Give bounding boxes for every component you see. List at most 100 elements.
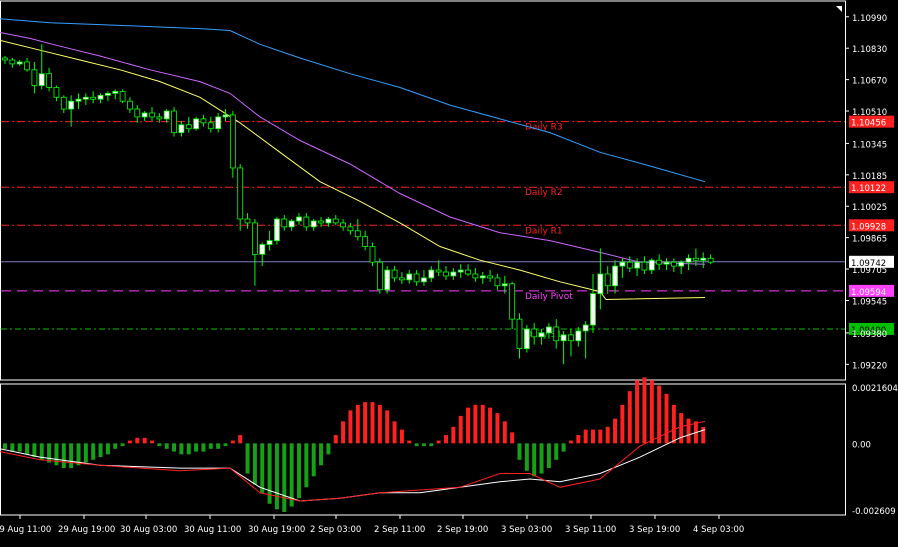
candle-body-84	[619, 261, 626, 267]
candle-16	[119, 89, 126, 104]
candle-71	[523, 325, 530, 353]
candle-body-7	[53, 87, 60, 98]
histogram-bar-50	[370, 402, 375, 444]
x-tick-label-5: 2 Sep 03:00	[310, 525, 361, 535]
candle-body-42	[310, 220, 317, 228]
histogram-bar-62	[458, 415, 463, 444]
candle-body-90	[663, 261, 670, 265]
histogram-bar-35	[260, 443, 265, 493]
candle-body-64	[472, 273, 479, 279]
histogram-bar-11	[83, 443, 88, 463]
histogram-bar-0	[3, 443, 7, 449]
pivot-label-1: Daily R2	[525, 188, 563, 198]
histogram-bar-15	[113, 443, 118, 449]
candle-body-82	[604, 273, 611, 287]
histogram-bar-23	[172, 443, 177, 452]
candle-body-72	[531, 328, 538, 338]
candle-body-39	[288, 220, 295, 228]
candle-body-22	[163, 110, 170, 120]
histogram-bar-42	[311, 443, 316, 477]
histogram-bar-65	[480, 404, 485, 444]
histogram-bar-9	[69, 443, 74, 469]
candle-body-40	[296, 216, 302, 222]
candle-body-17	[127, 100, 133, 110]
candle-body-55	[406, 273, 413, 281]
candle-body-62	[457, 269, 464, 273]
histogram-bar-44	[326, 443, 331, 455]
candle-body-63	[465, 269, 471, 275]
candle-body-80	[590, 293, 596, 326]
price-tag-text-2: 1.09928	[851, 222, 886, 232]
histogram-bar-83	[613, 418, 618, 444]
candle-body-35	[259, 244, 266, 255]
x-tick-label-3: 30 Aug 11:00	[184, 525, 241, 535]
x-tick-label-9: 3 Sep 11:00	[565, 525, 616, 535]
histogram-bar-73	[539, 443, 544, 474]
y-tick-label-6: 1.10025	[852, 203, 887, 213]
y-tick-label-8: 1.09705	[852, 266, 887, 276]
histogram-bar-33	[245, 443, 250, 474]
candle-body-16	[119, 90, 126, 102]
candle-52	[384, 266, 391, 294]
histogram-bar-71	[524, 443, 529, 471]
candle-body-53	[391, 269, 398, 279]
histogram-bar-84	[620, 404, 625, 444]
y-tick-label-11: 1.09220	[852, 361, 887, 371]
candle-body-47	[347, 226, 354, 232]
histogram-bar-61	[451, 426, 456, 444]
chart-canvas[interactable]: Daily R3 1.10456Daily R2 1.10122Daily R1 1.…	[0, 0, 898, 543]
histogram-bar-90	[664, 393, 669, 444]
candle-body-26	[193, 118, 200, 130]
histogram-bar-63	[466, 407, 471, 444]
x-tick-label-4: 30 Aug 19:00	[248, 525, 305, 535]
candle-body-3	[24, 61, 30, 71]
candle-23	[171, 107, 177, 137]
candle-body-11	[82, 96, 89, 100]
histogram-bar-3	[25, 443, 30, 455]
candle-body-87	[641, 261, 648, 271]
trading-chart[interactable]: Daily R3 1.10456 Daily R2 1.10122 Daily R1 1.…	[0, 0, 898, 543]
y-tick-label-9: 1.09545	[852, 297, 887, 307]
candle-body-95	[700, 257, 707, 261]
histogram-bar-41	[304, 443, 309, 488]
candle-body-44	[325, 218, 332, 224]
histogram-bar-70	[517, 443, 522, 460]
y-tick-label-3: 1.10510	[852, 108, 887, 118]
histogram-bar-26	[194, 443, 199, 452]
x-tick-label-1: 29 Aug 19:00	[58, 525, 115, 535]
histogram-bar-54	[399, 429, 404, 444]
histogram-bar-78	[576, 435, 581, 444]
histogram-bar-57	[421, 443, 426, 447]
candle-body-21	[156, 116, 163, 120]
histogram-bar-92	[679, 413, 684, 444]
candle-body-89	[656, 259, 663, 265]
candle-body-94	[693, 257, 699, 261]
candle-body-66	[487, 275, 494, 279]
candle-26	[193, 116, 200, 131]
histogram-bar-81	[598, 429, 603, 444]
histogram-bar-67	[495, 413, 500, 444]
histogram-bar-48	[355, 404, 360, 444]
candle-body-30	[222, 114, 229, 118]
histogram-bar-64	[473, 404, 478, 444]
histogram-bar-31	[230, 440, 235, 444]
histogram-bar-72	[532, 443, 537, 477]
candle-body-43	[318, 220, 324, 224]
candle-body-46	[340, 222, 347, 228]
y-tick-label-5: 1.10185	[852, 172, 887, 182]
candle-body-14	[105, 92, 111, 96]
candle-body-79	[582, 324, 589, 332]
chart-background	[0, 0, 898, 543]
histogram-bar-86	[635, 380, 640, 444]
y-tick-label-7: 1.09865	[852, 235, 887, 245]
candle-body-29	[215, 116, 222, 130]
candle-body-24	[178, 124, 185, 134]
histogram-bar-34	[252, 443, 257, 485]
candle-body-6	[46, 73, 52, 88]
histogram-bar-49	[363, 402, 368, 444]
osc-tick-label-0: 0.0021604	[852, 384, 898, 394]
histogram-bar-4	[32, 443, 37, 458]
histogram-bar-75	[554, 443, 559, 460]
candle-body-23	[171, 110, 177, 134]
histogram-bar-12	[91, 443, 96, 460]
